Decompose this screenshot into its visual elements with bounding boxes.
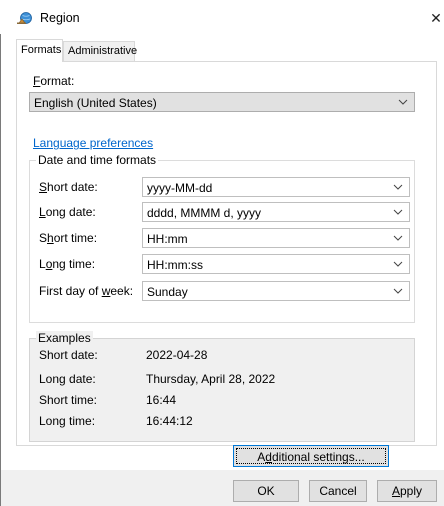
additional-settings-label: Additional settings... <box>236 448 386 464</box>
globe-icon <box>16 11 32 25</box>
date-time-formats-legend: Date and time formats <box>36 153 159 167</box>
first-day-of-week-dropdown[interactable]: Sunday <box>142 281 410 301</box>
example-long-date-value: Thursday, April 28, 2022 <box>146 372 276 386</box>
long-time-dropdown[interactable]: HH:mm:ss <box>142 254 410 274</box>
examples-legend: Examples <box>36 331 93 345</box>
format-dropdown[interactable]: English (United States) <box>29 92 415 112</box>
long-time-label: Long time: <box>39 257 96 271</box>
long-date-dropdown[interactable]: dddd, MMMM d, yyyy <box>142 202 410 222</box>
additional-settings-button[interactable]: Additional settings... <box>233 445 389 467</box>
cancel-button[interactable]: Cancel <box>309 480 367 502</box>
chevron-down-icon <box>393 261 403 267</box>
chevron-down-icon <box>393 209 403 215</box>
first-day-of-week-value: Sunday <box>147 285 188 299</box>
long-date-label: Long date: <box>39 205 96 219</box>
title-bar: Region ✕ <box>0 0 444 34</box>
example-short-date-label: Short date: <box>39 348 98 362</box>
tab-formats[interactable]: Formats <box>16 39 63 62</box>
example-long-time-value: 16:44:12 <box>146 414 193 428</box>
tab-administrative[interactable]: Administrative <box>63 41 137 61</box>
window-border <box>0 0 1 506</box>
example-long-time-label: Long time: <box>39 414 96 428</box>
long-time-value: HH:mm:ss <box>147 258 203 272</box>
long-date-value: dddd, MMMM d, yyyy <box>147 206 262 220</box>
example-short-date-value: 2022-04-28 <box>146 348 208 362</box>
chevron-down-icon <box>393 288 403 294</box>
short-date-label: Short date: <box>39 180 98 194</box>
apply-button[interactable]: Apply <box>377 480 437 502</box>
short-time-value: HH:mm <box>147 232 188 246</box>
example-long-date-label: Long date: <box>39 372 96 386</box>
close-icon[interactable]: ✕ <box>428 9 444 27</box>
short-date-dropdown[interactable]: yyyy-MM-dd <box>142 177 410 197</box>
chevron-down-icon <box>393 235 403 241</box>
short-time-dropdown[interactable]: HH:mm <box>142 228 410 248</box>
chevron-down-icon <box>393 184 403 190</box>
example-short-time-value: 16:44 <box>146 393 177 407</box>
example-short-time-label: Short time: <box>39 393 98 407</box>
format-label: Format: <box>33 74 75 88</box>
format-value: English (United States) <box>34 96 157 110</box>
short-time-label: Short time: <box>39 231 98 245</box>
chevron-down-icon <box>398 99 408 105</box>
short-date-value: yyyy-MM-dd <box>147 181 213 195</box>
first-day-of-week-label: First day of week: <box>39 284 134 298</box>
ok-button[interactable]: OK <box>233 480 299 502</box>
window-title: Region <box>40 11 80 25</box>
language-preferences-link[interactable]: Language preferences <box>33 136 153 150</box>
